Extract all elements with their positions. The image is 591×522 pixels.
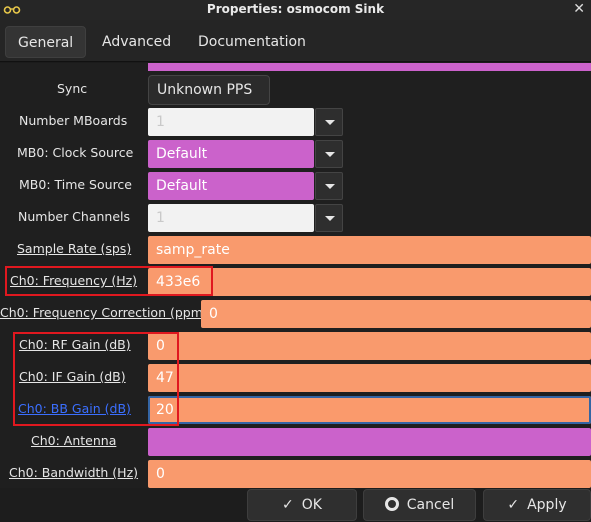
clock-source-label: MB0: Clock Source	[17, 145, 134, 160]
row-channels: Number Channels 1	[0, 201, 591, 233]
sync-value: Unknown PPS	[157, 82, 253, 98]
sync-dropdown[interactable]: Unknown PPS	[148, 75, 270, 121]
ok-label: OK	[301, 497, 322, 513]
close-icon[interactable]: ✕	[573, 1, 585, 17]
title-bar: Properties: osmocom Sink ✕	[0, 0, 591, 20]
mboards-dropdown-button[interactable]	[315, 108, 343, 136]
tab-bar: General Advanced Documentation	[0, 20, 591, 62]
row-antenna: Ch0: Antenna	[0, 425, 591, 457]
tab-advanced[interactable]: Advanced	[90, 26, 183, 58]
highlight-frequency-box	[5, 266, 213, 296]
frequency-input[interactable]: 433e6	[148, 268, 591, 296]
if-gain-input[interactable]: 47	[148, 364, 591, 392]
checkmark-icon: ✓	[507, 497, 520, 513]
tab-documentation[interactable]: Documentation	[186, 26, 318, 58]
time-source-dropdown-button[interactable]	[315, 172, 343, 200]
cancel-icon	[384, 497, 399, 511]
bandwidth-input[interactable]: 0	[148, 460, 591, 488]
parameters-panel[interactable]: Sync Unknown PPS Number MBoards 1 MB0: C…	[0, 63, 591, 488]
channels-input[interactable]: 1	[148, 204, 314, 232]
row-sample-rate: Sample Rate (sps) samp_rate	[0, 233, 591, 265]
sample-rate-input[interactable]: samp_rate	[148, 236, 591, 264]
mboards-input[interactable]: 1	[148, 108, 314, 136]
cancel-button[interactable]: Cancel	[363, 489, 476, 521]
cancel-label: Cancel	[406, 497, 455, 513]
apply-button[interactable]: ✓ Apply	[483, 489, 591, 521]
sync-label: Sync	[57, 81, 88, 96]
row-clock-source: MB0: Clock Source Default	[0, 137, 591, 169]
time-source-label: MB0: Time Source	[19, 177, 132, 192]
antenna-label[interactable]: Ch0: Antenna	[31, 425, 116, 457]
bandwidth-label[interactable]: Ch0: Bandwidth (Hz)	[9, 457, 138, 488]
row-frequency-correction: Ch0: Frequency Correction (ppm) 0	[0, 297, 591, 329]
row-bandwidth: Ch0: Bandwidth (Hz) 0	[0, 457, 591, 488]
clock-source-input[interactable]: Default	[148, 140, 314, 168]
row-time-source: MB0: Time Source Default	[0, 169, 591, 201]
clock-source-dropdown-button[interactable]	[315, 140, 343, 168]
button-bar: ✓ OK Cancel ✓ Apply	[0, 488, 591, 522]
channels-label: Number Channels	[18, 209, 131, 224]
ok-button[interactable]: ✓ OK	[247, 489, 357, 521]
frequency-correction-input[interactable]: 0	[201, 300, 591, 328]
partial-purple-field[interactable]	[148, 63, 591, 71]
sample-rate-label[interactable]: Sample Rate (sps)	[17, 233, 131, 265]
time-source-input[interactable]: Default	[148, 172, 314, 200]
bb-gain-input[interactable]: 20	[148, 396, 591, 424]
checkmark-icon: ✓	[282, 497, 294, 513]
apply-label: Apply	[527, 497, 567, 513]
frequency-correction-label[interactable]: Ch0: Frequency Correction (ppm)	[0, 297, 208, 329]
window-title: Properties: osmocom Sink	[206, 2, 385, 16]
mboards-label: Number MBoards	[19, 113, 128, 128]
rf-gain-input[interactable]: 0	[148, 332, 591, 360]
highlight-gain-box	[13, 332, 179, 426]
antenna-input[interactable]	[148, 428, 591, 456]
channels-dropdown-button[interactable]	[315, 204, 343, 232]
row-mboards: Number MBoards 1	[0, 105, 591, 137]
row-sync: Sync Unknown PPS	[0, 73, 591, 121]
tab-general[interactable]: General	[5, 26, 87, 58]
